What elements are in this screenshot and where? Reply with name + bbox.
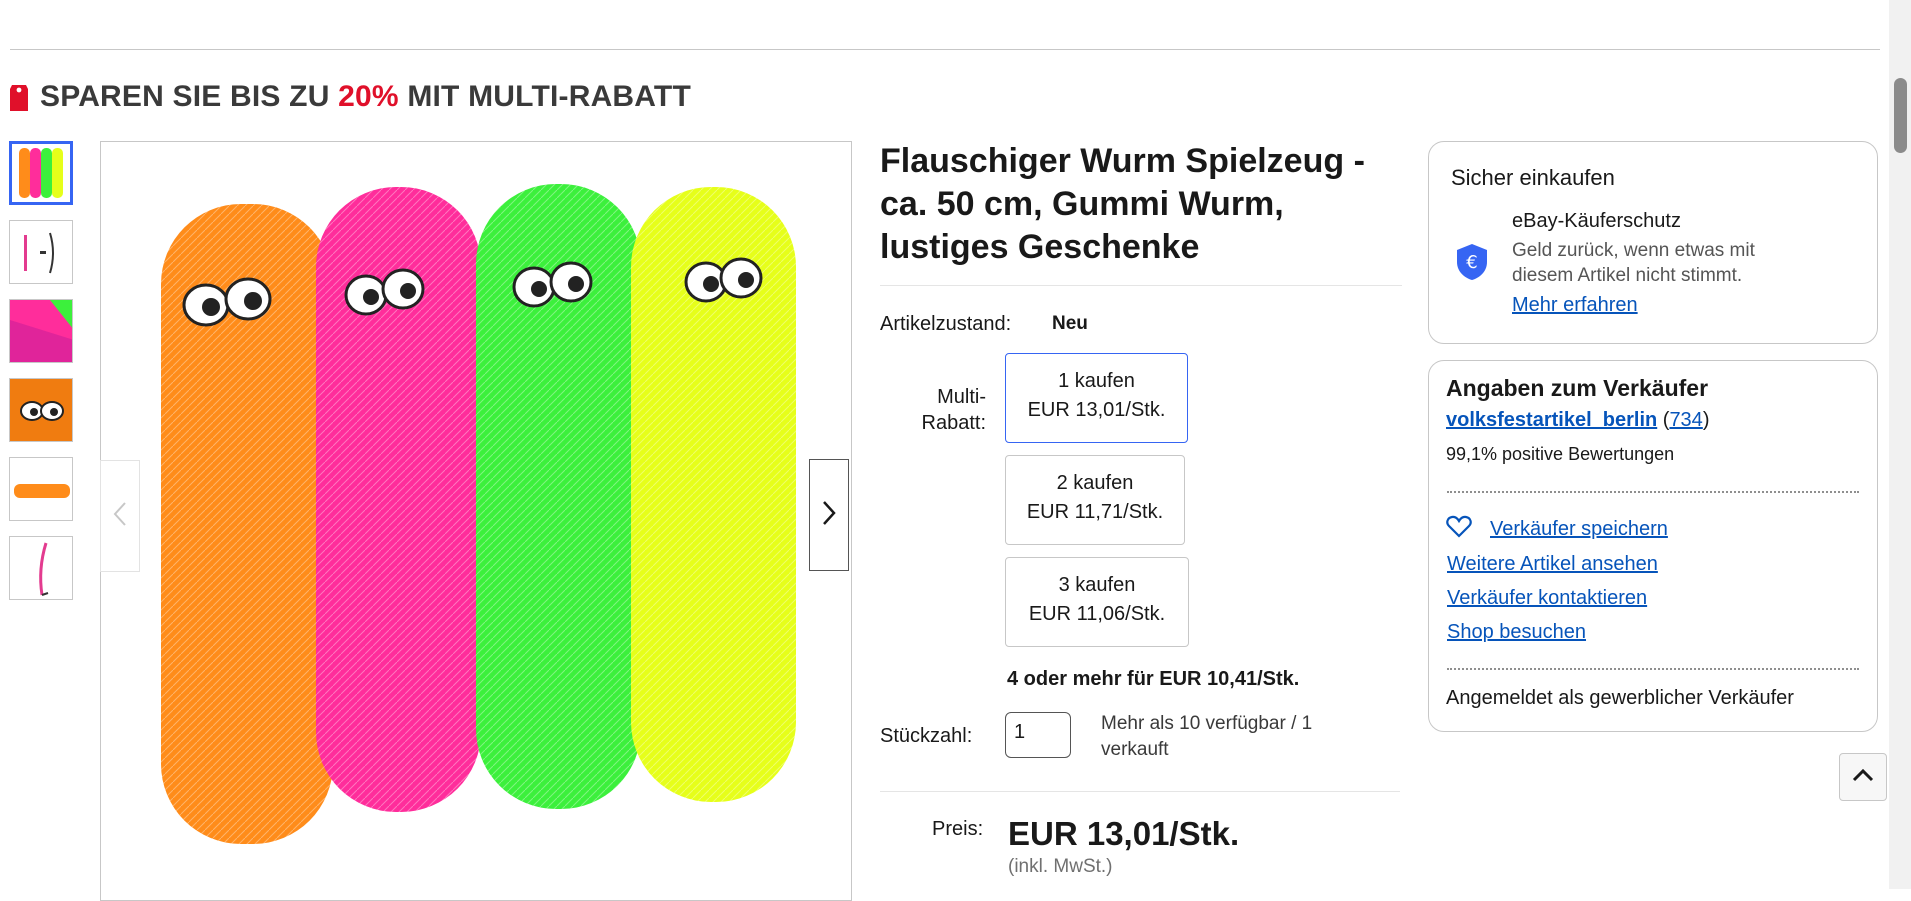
visit-shop-link[interactable]: Shop besuchen (1447, 621, 1586, 644)
vertical-scrollbar[interactable] (1889, 0, 1911, 889)
seller-card: Angaben zum Verkäufer volksfestartikel_b… (1428, 360, 1878, 732)
protection-text: Geld zurück, wenn etwas mit diesem Artik… (1512, 240, 1755, 286)
thumbnail-3[interactable] (9, 299, 73, 363)
multi-discount-label: Multi-Rabatt: (921, 386, 986, 434)
quantity-label: Stückzahl: (880, 725, 973, 747)
save-seller-link[interactable]: Verkäufer speichern (1490, 518, 1668, 541)
thumbnail-6[interactable] (9, 536, 73, 600)
multi-discount-banner: SPAREN SIE BIS ZU 20% MIT MULTI-RABATT (8, 80, 691, 114)
tier-2-price: EUR 11,71/Stk. (1026, 501, 1164, 523)
heart-icon (1446, 515, 1472, 544)
chevron-right-icon (821, 499, 837, 532)
condition-label: Artikelzustand: (880, 313, 1012, 335)
chevron-left-icon (112, 500, 128, 533)
seller-heading: Angaben zum Verkäufer (1446, 375, 1709, 401)
gallery-prev-button[interactable] (100, 460, 140, 572)
learn-more-link[interactable]: Mehr erfahren (1512, 294, 1638, 317)
availability-text: Mehr als 10 verfügbar / 1 verkauft (1101, 713, 1313, 760)
more-tier-text: 4 oder mehr für EUR 10,41/Stk. (1007, 668, 1300, 690)
vat-note: (inkl. MwSt.) (1008, 856, 1113, 877)
product-title: Flauschiger Wurm Spielzeug - ca. 50 cm, … (880, 142, 1365, 266)
promo-suffix: MIT MULTI-RABATT (407, 80, 691, 113)
promo-percent: 20% (338, 80, 399, 113)
condition-value: Neu (1052, 313, 1088, 334)
feedback-open-paren: ( (1657, 409, 1670, 431)
seller-divider-2 (1447, 668, 1859, 670)
safe-shopping-card: Sicher einkaufen € eBay-Käuferschutz Gel… (1428, 141, 1878, 344)
seller-account-type: Angemeldet als gewerblicher Verkäufer (1446, 687, 1794, 709)
svg-text:€: € (1466, 252, 1477, 273)
thumbnail-2[interactable] (9, 220, 73, 284)
thumbnail-5[interactable] (9, 457, 73, 521)
tier-1-price: EUR 13,01/Stk. (1027, 399, 1166, 421)
thumbnail-1[interactable] (9, 141, 73, 205)
euro-shield-icon: € (1455, 242, 1489, 282)
price-divider (880, 791, 1400, 792)
scrollbar-thumb[interactable] (1894, 78, 1907, 153)
tier-2-qty: 2 kaufen (1056, 472, 1134, 494)
safe-shopping-heading: Sicher einkaufen (1451, 165, 1615, 190)
tier-1-qty: 1 kaufen (1058, 370, 1135, 392)
header-divider (10, 49, 1880, 50)
protection-title: eBay-Käuferschutz (1512, 210, 1681, 232)
seller-name-link[interactable]: volksfestartikel_berlin (1446, 409, 1657, 431)
more-items-link[interactable]: Weitere Artikel ansehen (1447, 553, 1658, 576)
title-divider (880, 285, 1402, 286)
gallery-next-button[interactable] (809, 459, 849, 571)
back-to-top-button[interactable] (1839, 753, 1887, 801)
tier-3-price: EUR 11,06/Stk. (1028, 603, 1166, 625)
price-value: EUR 13,01/Stk. (1008, 815, 1240, 852)
contact-seller-link[interactable]: Verkäufer kontaktieren (1447, 587, 1647, 610)
quantity-input[interactable]: 1 (1005, 712, 1071, 758)
feedback-count-link[interactable]: 734 (1669, 409, 1702, 431)
chevron-up-icon (1851, 767, 1875, 788)
tier-3-qty: 3 kaufen (1058, 574, 1136, 596)
price-label: Preis: (932, 818, 984, 840)
main-product-image[interactable] (100, 141, 852, 901)
tier-option-1[interactable]: 1 kaufen EUR 13,01/Stk. (1005, 353, 1188, 443)
positive-feedback: 99,1% positive Bewertungen (1446, 444, 1675, 464)
save-seller-row[interactable]: Verkäufer speichern (1446, 515, 1668, 544)
promo-prefix: SPAREN SIE BIS ZU (40, 80, 330, 113)
thumbnail-strip (9, 141, 77, 615)
thumbnail-4[interactable] (9, 378, 73, 442)
seller-divider-1 (1447, 491, 1859, 493)
tier-option-2[interactable]: 2 kaufen EUR 11,71/Stk. (1005, 455, 1185, 545)
tier-option-3[interactable]: 3 kaufen EUR 11,06/Stk. (1005, 557, 1189, 647)
price-tag-icon (8, 81, 30, 113)
feedback-close-paren: ) (1702, 409, 1710, 431)
